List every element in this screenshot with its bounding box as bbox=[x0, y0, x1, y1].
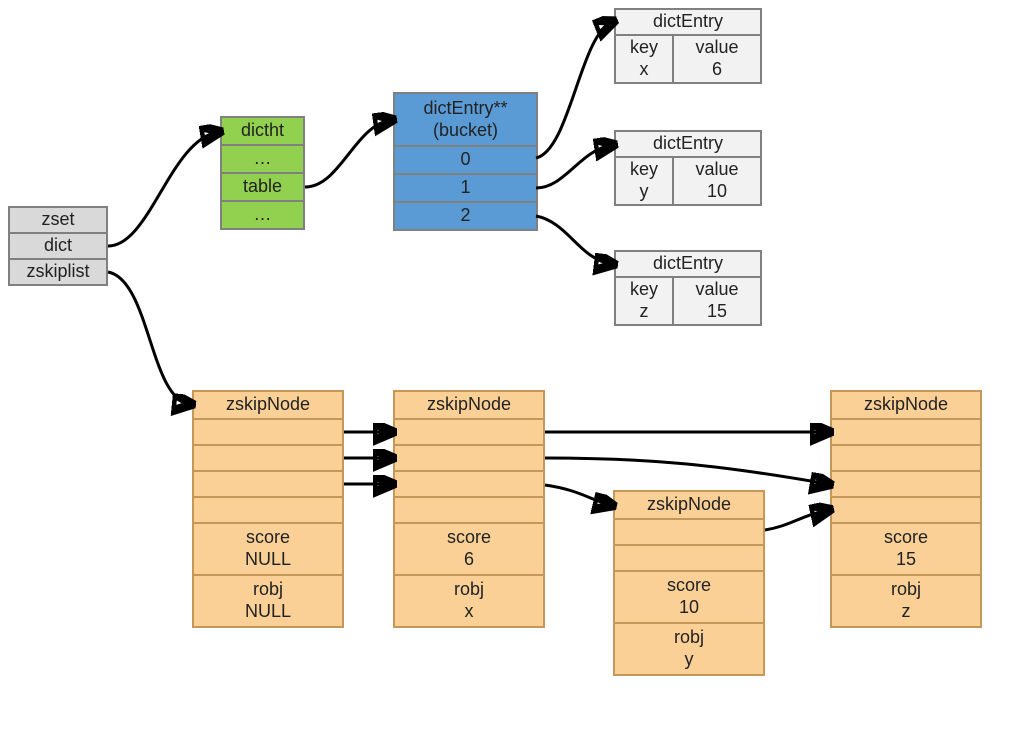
zset-zskiplist: zskiplist bbox=[8, 258, 108, 286]
zset-title: zset bbox=[8, 206, 108, 234]
entry-0-val-label: value bbox=[695, 37, 738, 59]
skipnode-2-title: zskipNode bbox=[613, 490, 765, 520]
entry-0-key: key x bbox=[614, 34, 674, 84]
entry-0-key-label: key bbox=[630, 37, 658, 59]
bucket-slot-1: 1 bbox=[393, 173, 538, 203]
entry-2-title: dictEntry bbox=[614, 250, 762, 278]
skipnode-1-title: zskipNode bbox=[393, 390, 545, 420]
skipnode-3-title: zskipNode bbox=[830, 390, 982, 420]
skipnode-1-score: score 6 bbox=[393, 522, 545, 576]
diagram-canvas: zset dict zskiplist dictht … table … dic… bbox=[0, 0, 1031, 741]
entry-1-val: value 10 bbox=[672, 156, 762, 206]
skipnode-3-l1 bbox=[830, 444, 982, 472]
entry-2-val-val: 15 bbox=[707, 301, 727, 323]
dictht-dots1: … bbox=[220, 144, 305, 174]
skipnode-0-robj: robj NULL bbox=[192, 574, 344, 628]
skipnode-0-l2 bbox=[192, 470, 344, 498]
entry-1-val-val: 10 bbox=[707, 181, 727, 203]
skipnode-0-title: zskipNode bbox=[192, 390, 344, 420]
entry-1-key-label: key bbox=[630, 159, 658, 181]
dictht-table: table bbox=[220, 172, 305, 202]
skipnode-1-l1 bbox=[393, 444, 545, 472]
entry-1-key: key y bbox=[614, 156, 674, 206]
entry-2-key-val: z bbox=[640, 301, 649, 323]
skipnode-2-score: score 10 bbox=[613, 570, 765, 624]
entry-0-val-val: 6 bbox=[712, 59, 722, 81]
entry-0-title: dictEntry bbox=[614, 8, 762, 36]
entry-1-key-val: y bbox=[640, 181, 649, 203]
skipnode-1-l3 bbox=[393, 496, 545, 524]
entry-2-key: key z bbox=[614, 276, 674, 326]
skipnode-3-robj: robj z bbox=[830, 574, 982, 628]
entry-0-val: value 6 bbox=[672, 34, 762, 84]
skipnode-2-l1 bbox=[613, 544, 765, 572]
skipnode-0-score: score NULL bbox=[192, 522, 344, 576]
skipnode-0-l0 bbox=[192, 418, 344, 446]
skipnode-3-l3 bbox=[830, 496, 982, 524]
skipnode-0-l1 bbox=[192, 444, 344, 472]
skipnode-1-l2 bbox=[393, 470, 545, 498]
skipnode-1-robj: robj x bbox=[393, 574, 545, 628]
bucket-slot-0: 0 bbox=[393, 145, 538, 175]
skipnode-1-l0 bbox=[393, 418, 545, 446]
entry-2-val: value 15 bbox=[672, 276, 762, 326]
entry-2-val-label: value bbox=[695, 279, 738, 301]
bucket-slot-2: 2 bbox=[393, 201, 538, 231]
skipnode-3-score: score 15 bbox=[830, 522, 982, 576]
skipnode-3-l2 bbox=[830, 470, 982, 498]
entry-2-key-label: key bbox=[630, 279, 658, 301]
dictht-title: dictht bbox=[220, 116, 305, 146]
skipnode-0-l3 bbox=[192, 496, 344, 524]
skipnode-2-robj: robj y bbox=[613, 622, 765, 676]
skipnode-2-l0 bbox=[613, 518, 765, 546]
entry-1-val-label: value bbox=[695, 159, 738, 181]
entry-1-title: dictEntry bbox=[614, 130, 762, 158]
bucket-title: dictEntry** (bucket) bbox=[393, 92, 538, 147]
zset-dict: dict bbox=[8, 232, 108, 260]
dictht-dots2: … bbox=[220, 200, 305, 230]
entry-0-key-val: x bbox=[640, 59, 649, 81]
skipnode-3-l0 bbox=[830, 418, 982, 446]
